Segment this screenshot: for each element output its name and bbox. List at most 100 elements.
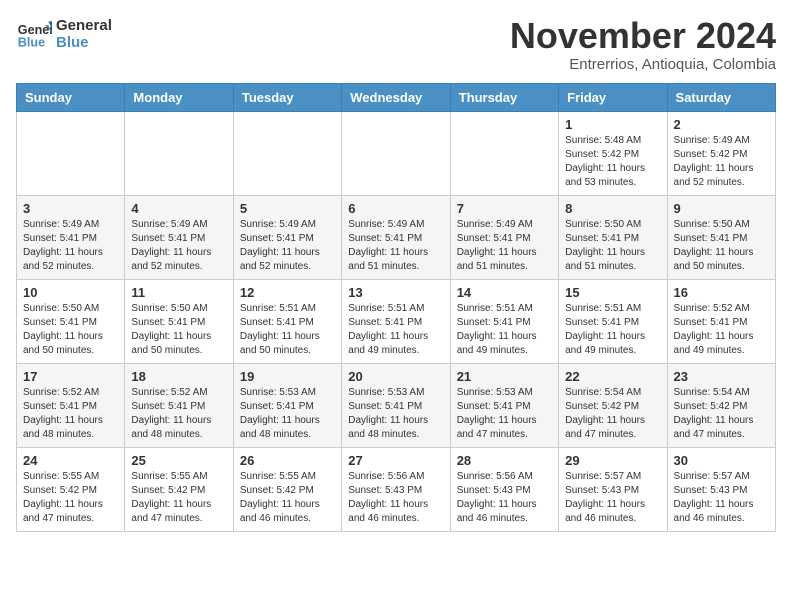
calendar-cell: 30Sunrise: 5:57 AM Sunset: 5:43 PM Dayli…: [667, 447, 775, 531]
day-info: Sunrise: 5:55 AM Sunset: 5:42 PM Dayligh…: [240, 470, 335, 526]
calendar-week-row: 1Sunrise: 5:48 AM Sunset: 5:42 PM Daylig…: [17, 111, 776, 195]
calendar-cell: [450, 111, 558, 195]
day-number: 6: [348, 201, 443, 216]
weekday-header: Sunday: [17, 83, 125, 111]
calendar-cell: 12 Sunrise: 5:51 AM Sunset: 5:41 PM Dayli…: [233, 279, 341, 363]
day-number: 7: [457, 201, 552, 216]
calendar-cell: 16 Sunrise: 5:52 AM Sunset: 5:41 PM Dayli…: [667, 279, 775, 363]
calendar-cell: 1Sunrise: 5:48 AM Sunset: 5:42 PM Daylig…: [559, 111, 667, 195]
day-info: Sunrise: 5:49 AM Sunset: 5:41 PM Dayligh…: [131, 218, 226, 274]
weekday-header: Saturday: [667, 83, 775, 111]
day-number: 24: [23, 453, 118, 468]
calendar-cell: 29 Sunrise: 5:57 AM Sunset: 5:43 PM Dayli…: [559, 447, 667, 531]
calendar-week-row: 10 Sunrise: 5:50 AM Sunset: 5:41 PM Dayli…: [17, 279, 776, 363]
logo-icon: General Blue: [16, 16, 52, 52]
calendar-cell: 8 Sunrise: 5:50 AM Sunset: 5:41 PM Daylig…: [559, 195, 667, 279]
day-info: Sunrise: 5:52 AM Sunset: 5:41 PM Dayligh…: [23, 386, 118, 442]
day-number: 20: [348, 369, 443, 384]
calendar-cell: 20 Sunrise: 5:53 AM Sunset: 5:41 PM Dayli…: [342, 363, 450, 447]
day-number: 23: [674, 369, 769, 384]
day-info: Sunrise: 5:51 AM Sunset: 5:41 PM Dayligh…: [565, 302, 660, 358]
calendar-week-row: 3 Sunrise: 5:49 AM Sunset: 5:41 PM Daylig…: [17, 195, 776, 279]
day-number: 16: [674, 285, 769, 300]
day-info: Sunrise: 5:50 AM Sunset: 5:41 PM Dayligh…: [674, 218, 769, 274]
svg-text:Blue: Blue: [18, 36, 45, 50]
calendar-cell: 23 Sunrise: 5:54 AM Sunset: 5:42 PM Dayli…: [667, 363, 775, 447]
day-info: Sunrise: 5:52 AM Sunset: 5:41 PM Dayligh…: [131, 386, 226, 442]
day-number: 10: [23, 285, 118, 300]
calendar-cell: 3 Sunrise: 5:49 AM Sunset: 5:41 PM Daylig…: [17, 195, 125, 279]
day-number: 21: [457, 369, 552, 384]
calendar-cell: [342, 111, 450, 195]
day-number: 13: [348, 285, 443, 300]
day-info: Sunrise: 5:53 AM Sunset: 5:41 PM Dayligh…: [348, 386, 443, 442]
calendar-cell: 25 Sunrise: 5:55 AM Sunset: 5:42 PM Dayli…: [125, 447, 233, 531]
day-number: 4: [131, 201, 226, 216]
calendar-cell: 6 Sunrise: 5:49 AM Sunset: 5:41 PM Daylig…: [342, 195, 450, 279]
day-number: 18: [131, 369, 226, 384]
day-number: 3: [23, 201, 118, 216]
day-number: 11: [131, 285, 226, 300]
calendar-week-row: 17 Sunrise: 5:52 AM Sunset: 5:41 PM Dayli…: [17, 363, 776, 447]
calendar-table: SundayMondayTuesdayWednesdayThursdayFrid…: [16, 83, 776, 532]
day-number: 8: [565, 201, 660, 216]
day-number: 30: [674, 453, 769, 468]
calendar-cell: 27Sunrise: 5:56 AM Sunset: 5:43 PM Dayli…: [342, 447, 450, 531]
location-subtitle: Entrerrios, Antioquia, Colombia: [510, 56, 776, 73]
day-info: Sunrise: 5:52 AM Sunset: 5:41 PM Dayligh…: [674, 302, 769, 358]
day-info: Sunrise: 5:55 AM Sunset: 5:42 PM Dayligh…: [23, 470, 118, 526]
calendar-cell: [233, 111, 341, 195]
day-info: Sunrise: 5:53 AM Sunset: 5:41 PM Dayligh…: [457, 386, 552, 442]
day-number: 19: [240, 369, 335, 384]
calendar-cell: [125, 111, 233, 195]
day-info: Sunrise: 5:53 AM Sunset: 5:41 PM Dayligh…: [240, 386, 335, 442]
day-info: Sunrise: 5:49 AM Sunset: 5:41 PM Dayligh…: [348, 218, 443, 274]
day-info: Sunrise: 5:49 AM Sunset: 5:41 PM Dayligh…: [240, 218, 335, 274]
day-number: 25: [131, 453, 226, 468]
logo-blue: Blue: [56, 34, 112, 51]
calendar-cell: 11 Sunrise: 5:50 AM Sunset: 5:41 PM Dayli…: [125, 279, 233, 363]
day-number: 28: [457, 453, 552, 468]
logo: General Blue General Blue: [16, 16, 112, 52]
day-info: Sunrise: 5:51 AM Sunset: 5:41 PM Dayligh…: [457, 302, 552, 358]
day-info: Sunrise: 5:54 AM Sunset: 5:42 PM Dayligh…: [565, 386, 660, 442]
weekday-header-row: SundayMondayTuesdayWednesdayThursdayFrid…: [17, 83, 776, 111]
calendar-cell: 19 Sunrise: 5:53 AM Sunset: 5:41 PM Dayli…: [233, 363, 341, 447]
calendar-cell: 5 Sunrise: 5:49 AM Sunset: 5:41 PM Daylig…: [233, 195, 341, 279]
calendar-cell: 9Sunrise: 5:50 AM Sunset: 5:41 PM Daylig…: [667, 195, 775, 279]
weekday-header: Wednesday: [342, 83, 450, 111]
day-number: 14: [457, 285, 552, 300]
calendar-cell: 10 Sunrise: 5:50 AM Sunset: 5:41 PM Dayli…: [17, 279, 125, 363]
day-info: Sunrise: 5:51 AM Sunset: 5:41 PM Dayligh…: [240, 302, 335, 358]
day-number: 12: [240, 285, 335, 300]
calendar-cell: 28 Sunrise: 5:56 AM Sunset: 5:43 PM Dayli…: [450, 447, 558, 531]
day-info: Sunrise: 5:49 AM Sunset: 5:42 PM Dayligh…: [674, 134, 769, 190]
calendar-cell: 26 Sunrise: 5:55 AM Sunset: 5:42 PM Dayli…: [233, 447, 341, 531]
month-title: November 2024: [510, 16, 776, 56]
day-info: Sunrise: 5:50 AM Sunset: 5:41 PM Dayligh…: [131, 302, 226, 358]
day-number: 5: [240, 201, 335, 216]
day-info: Sunrise: 5:48 AM Sunset: 5:42 PM Dayligh…: [565, 134, 660, 190]
day-info: Sunrise: 5:55 AM Sunset: 5:42 PM Dayligh…: [131, 470, 226, 526]
weekday-header: Monday: [125, 83, 233, 111]
day-info: Sunrise: 5:56 AM Sunset: 5:43 PM Dayligh…: [457, 470, 552, 526]
day-number: 2: [674, 117, 769, 132]
calendar-cell: 15Sunrise: 5:51 AM Sunset: 5:41 PM Dayli…: [559, 279, 667, 363]
calendar-cell: 22 Sunrise: 5:54 AM Sunset: 5:42 PM Dayli…: [559, 363, 667, 447]
day-info: Sunrise: 5:57 AM Sunset: 5:43 PM Dayligh…: [565, 470, 660, 526]
day-number: 27: [348, 453, 443, 468]
day-info: Sunrise: 5:49 AM Sunset: 5:41 PM Dayligh…: [23, 218, 118, 274]
day-info: Sunrise: 5:54 AM Sunset: 5:42 PM Dayligh…: [674, 386, 769, 442]
weekday-header: Thursday: [450, 83, 558, 111]
day-number: 29: [565, 453, 660, 468]
day-info: Sunrise: 5:50 AM Sunset: 5:41 PM Dayligh…: [565, 218, 660, 274]
calendar-cell: 4 Sunrise: 5:49 AM Sunset: 5:41 PM Daylig…: [125, 195, 233, 279]
title-area: November 2024 Entrerrios, Antioquia, Col…: [510, 16, 776, 73]
weekday-header: Tuesday: [233, 83, 341, 111]
day-info: Sunrise: 5:51 AM Sunset: 5:41 PM Dayligh…: [348, 302, 443, 358]
day-number: 26: [240, 453, 335, 468]
day-number: 22: [565, 369, 660, 384]
page-header: General Blue General Blue November 2024 …: [16, 16, 776, 73]
day-number: 17: [23, 369, 118, 384]
day-info: Sunrise: 5:50 AM Sunset: 5:41 PM Dayligh…: [23, 302, 118, 358]
